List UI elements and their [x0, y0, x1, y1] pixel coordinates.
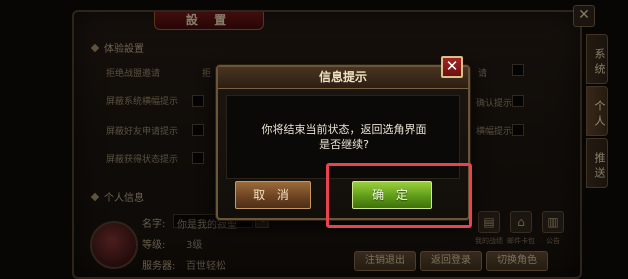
cancel-button[interactable]: 取 消 [235, 181, 311, 209]
dialog-message: 你将结束当前状态，返回选角界面 是否继续? [227, 122, 461, 152]
dialog-message-line1: 你将结束当前状态，返回选角界面 [261, 123, 427, 136]
dialog-title: 信息提示 [218, 67, 468, 89]
dialog-message-line2: 是否继续? [319, 138, 369, 151]
highlight-box [326, 163, 472, 228]
dialog-close-icon[interactable]: ✕ [441, 56, 463, 78]
